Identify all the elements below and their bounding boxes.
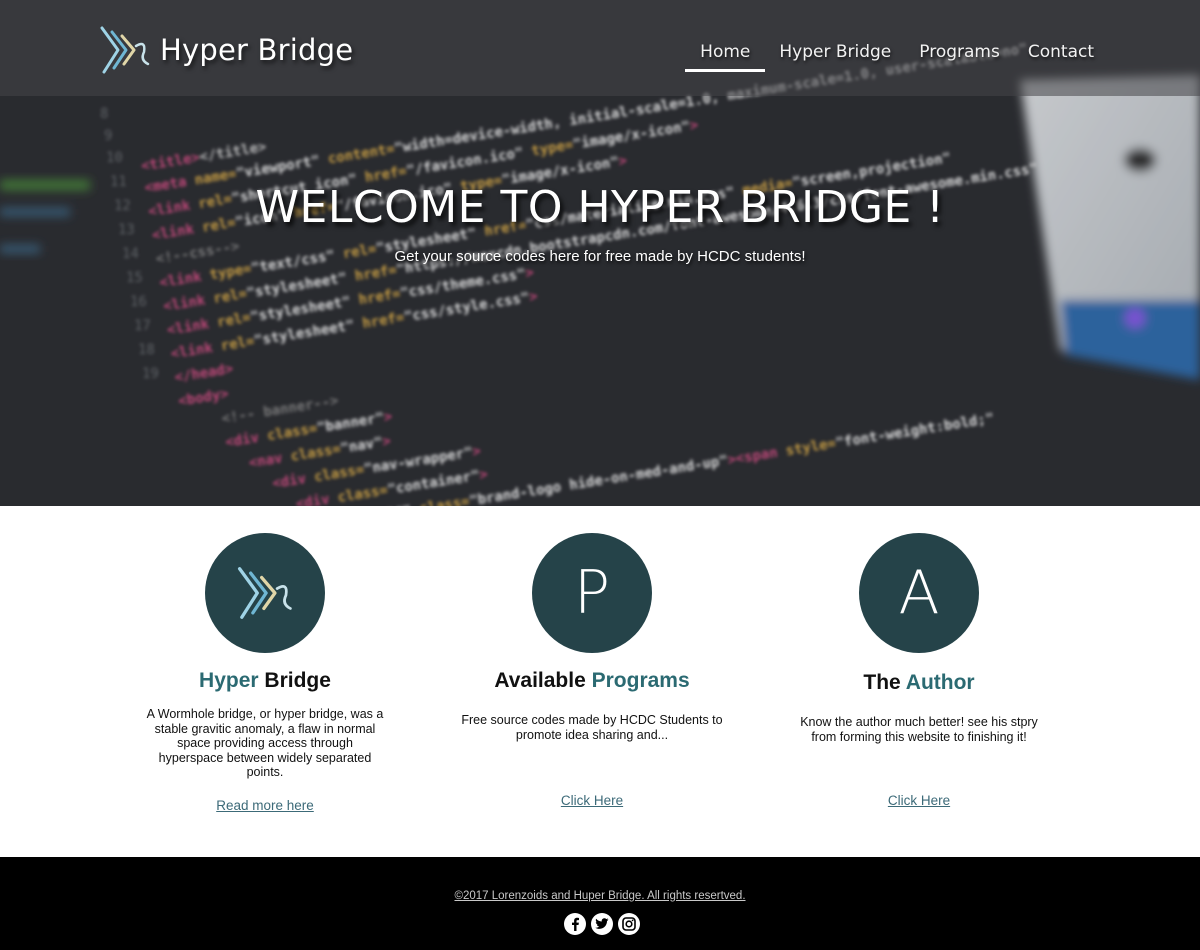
feature-icon-circle: A: [859, 533, 979, 653]
letter-a-icon: A: [898, 558, 940, 628]
feature-heading: The Author: [769, 671, 1069, 695]
read-more-link[interactable]: Read more here: [216, 798, 314, 813]
programs-click-here-link[interactable]: Click Here: [442, 793, 742, 808]
feature-description: Free source codes made by HCDC Students …: [461, 713, 723, 742]
feature-card-programs: P Available Programs Free source codes m…: [442, 533, 742, 808]
hyper-bridge-logo-icon: [237, 567, 292, 619]
main-nav: Home Hyper Bridge Programs Contact: [685, 38, 1108, 72]
heading-rest: Bridge: [264, 669, 331, 692]
feature-description: A Wormhole bridge, or hyper bridge, was …: [146, 707, 384, 779]
social-links: [564, 913, 640, 935]
feature-icon-circle: P: [532, 533, 652, 653]
heading-highlight: Author: [905, 671, 975, 694]
heading-dark: The: [863, 671, 901, 694]
nav-item-home[interactable]: Home: [685, 38, 766, 72]
nav-item-programs[interactable]: Programs: [905, 38, 1014, 68]
author-click-here-link[interactable]: Click Here: [769, 793, 1069, 808]
feature-card-author: A The Author Know the author much better…: [769, 533, 1069, 808]
hero-subtitle: Get your source codes here for free made…: [394, 248, 806, 265]
twitter-icon[interactable]: [591, 913, 613, 935]
letter-p-icon: P: [573, 558, 611, 628]
heading-highlight: Programs: [591, 669, 690, 692]
feature-icon-circle: [205, 533, 325, 653]
feature-heading: Hyper Bridge: [115, 669, 415, 693]
hyper-bridge-logo-icon: [100, 26, 150, 74]
feature-heading: Available Programs: [442, 669, 742, 693]
brand[interactable]: Hyper Bridge: [96, 22, 353, 78]
navbar: Hyper Bridge Home Hyper Bridge Programs …: [0, 0, 1200, 96]
instagram-icon[interactable]: [618, 913, 640, 935]
footer: ©2017 Lorenzoids and Huper Bridge. All r…: [0, 857, 1200, 950]
brand-name: Hyper Bridge: [160, 33, 354, 67]
heading-dark: Available: [494, 669, 586, 692]
copyright-link[interactable]: ©2017 Lorenzoids and Huper Bridge. All r…: [0, 890, 1200, 902]
hero-title: WELCOME TO HYPER BRIDGE !: [255, 182, 945, 233]
features-section: Hyper Bridge A Wormhole bridge, or hyper…: [0, 506, 1200, 856]
nav-item-hyper-bridge[interactable]: Hyper Bridge: [765, 38, 905, 68]
facebook-icon[interactable]: [564, 913, 586, 935]
nav-item-contact[interactable]: Contact: [1014, 38, 1108, 68]
heading-highlight: Hyper: [199, 669, 259, 692]
feature-card-hyper-bridge: Hyper Bridge A Wormhole bridge, or hyper…: [115, 533, 415, 814]
feature-description: Know the author much better! see his stp…: [800, 715, 1038, 744]
hero-banner: <title></title> <meta name="viewport" co…: [0, 0, 1200, 506]
